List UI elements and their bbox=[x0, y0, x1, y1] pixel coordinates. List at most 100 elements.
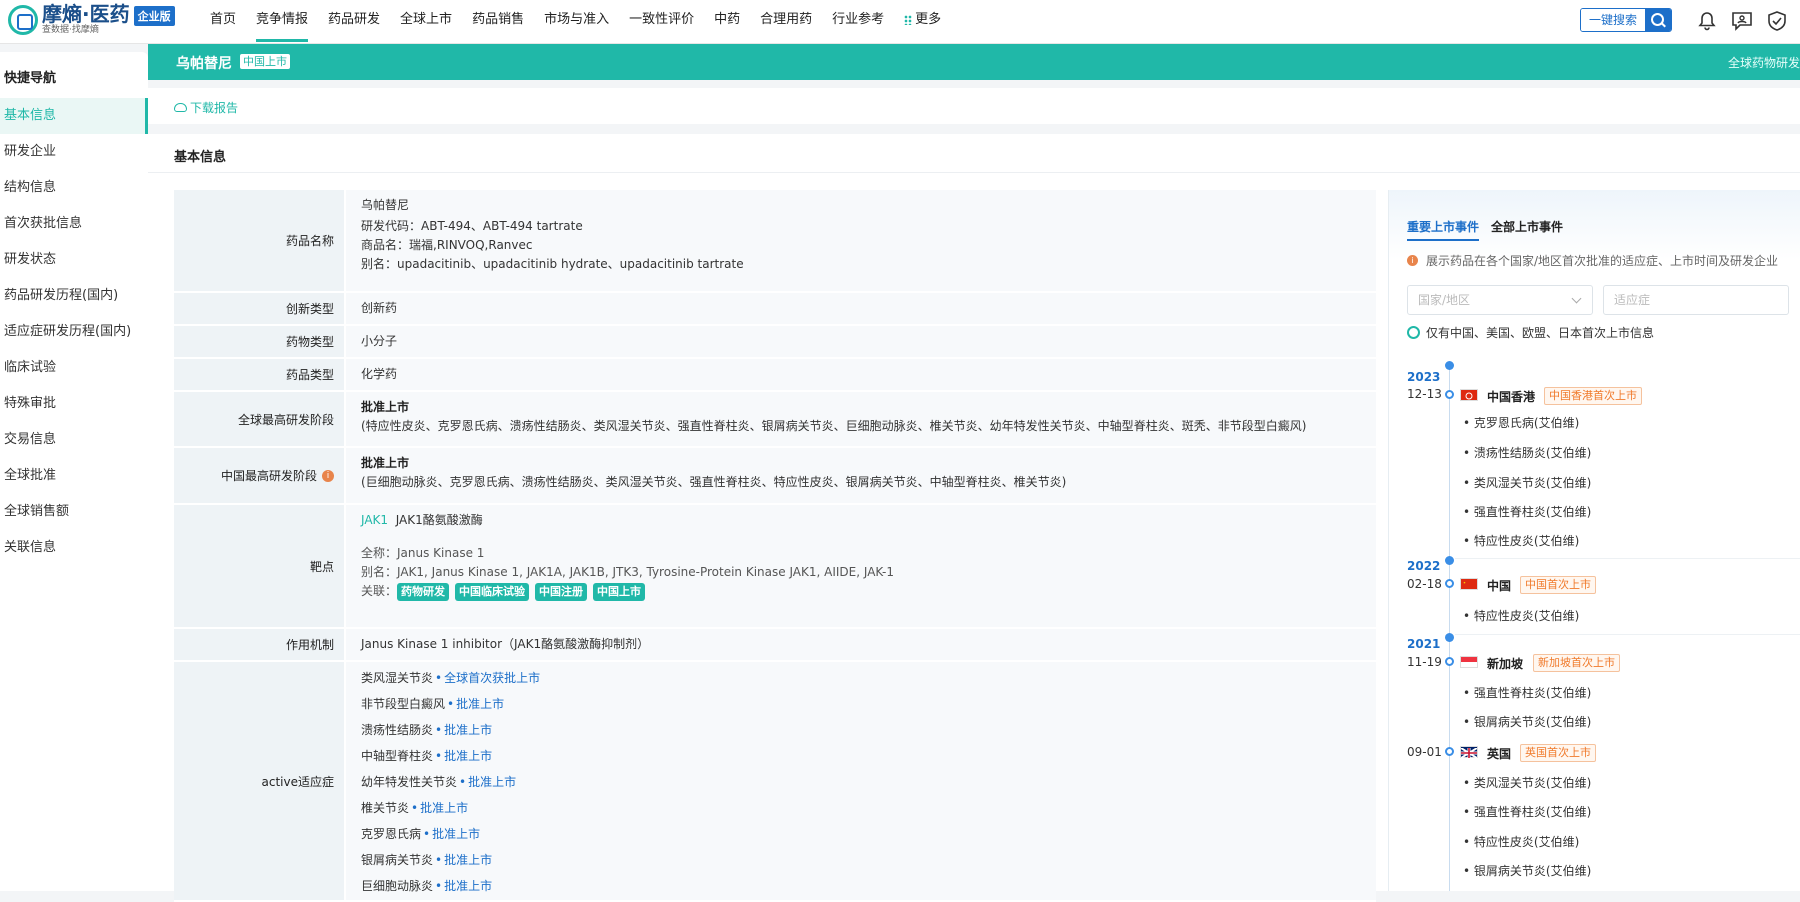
label-drug-name: 药品名称 bbox=[174, 190, 344, 291]
indication-status-link[interactable]: 批准上市 bbox=[444, 749, 492, 763]
edition-badge: 企业版 bbox=[133, 5, 175, 26]
timeline-date: 02-18 bbox=[1407, 577, 1442, 591]
chevron-down-icon bbox=[1571, 293, 1582, 304]
event-tag: 新加坡首次上市 bbox=[1533, 654, 1620, 672]
indication-status-link[interactable]: 批准上市 bbox=[432, 827, 480, 841]
timeline-year-dot bbox=[1445, 633, 1454, 642]
timeline-year: 2023 bbox=[1407, 370, 1441, 384]
sidebar-item-global-sales[interactable]: 全球销售额 bbox=[0, 494, 148, 530]
china-stage-value: 批准上市 bbox=[361, 456, 410, 470]
sidebar-item-rd-status[interactable]: 研发状态 bbox=[0, 242, 148, 278]
sidebar-item-special-review[interactable]: 特殊审批 bbox=[0, 386, 148, 422]
report-toolbar: 下载报告 bbox=[148, 88, 1800, 124]
pill-china-trials[interactable]: 中国临床试验 bbox=[455, 583, 530, 601]
country-select[interactable]: 国家/地区 bbox=[1407, 285, 1593, 315]
sidebar-item-related[interactable]: 关联信息 bbox=[0, 530, 148, 566]
nav-drug-sales[interactable]: 药品销售 bbox=[462, 0, 534, 44]
pill-drug-rd[interactable]: 药物研发 bbox=[397, 583, 450, 601]
nav-consistency[interactable]: 一致性评价 bbox=[619, 0, 704, 44]
row-active-indications: active适应症 类风湿关节炎 • 全球首次获批上市 非节段型白癜风 • 批准上市 溃… bbox=[174, 662, 1376, 902]
indication-item: 椎关节炎 • 批准上市 bbox=[361, 801, 469, 815]
label-target: 靶点 bbox=[174, 505, 344, 627]
nav-drug-rd[interactable]: 药品研发 bbox=[318, 0, 390, 44]
divider bbox=[148, 172, 1800, 173]
sidebar-item-transactions[interactable]: 交易信息 bbox=[0, 422, 148, 458]
download-report-link[interactable]: 下载报告 bbox=[174, 99, 238, 116]
info-icon: i bbox=[1407, 255, 1418, 266]
info-table: 药品名称 乌帕替尼 研发代码：ABT-494、ABT-494 tartrate … bbox=[174, 190, 1376, 902]
logo[interactable]: 摩熵·医药 查数据·找摩熵 企业版 bbox=[8, 4, 175, 35]
indication-status-link[interactable]: 批准上市 bbox=[456, 697, 504, 711]
bell-icon[interactable] bbox=[1694, 8, 1720, 34]
event-indication: • 银屑病关节炎(艾伯维) bbox=[1463, 864, 1592, 878]
target-fullname: 全称：Janus Kinase 1 bbox=[361, 546, 485, 560]
row-china-stage: 中国最高研发阶段 i 批准上市 (巨细胞动脉炎、克罗恩氏病、溃疡性结肠炎、类风湿关… bbox=[174, 448, 1376, 505]
nav-industry-ref[interactable]: 行业参考 bbox=[822, 0, 894, 44]
shield-icon[interactable] bbox=[1764, 8, 1790, 34]
filter-radio[interactable]: 仅有中国、美国、欧盟、日本首次上市信息 bbox=[1407, 324, 1654, 341]
event-indication: • 强直性脊柱炎(艾伯维) bbox=[1463, 805, 1592, 819]
indication-filter-input[interactable]: 适应症 bbox=[1603, 285, 1789, 315]
singapore-flag-icon bbox=[1460, 656, 1478, 668]
tab-major-events[interactable]: 重要上市事件 bbox=[1407, 218, 1480, 241]
global-stage-indications: (特应性皮炎、克罗恩氏病、溃疡性结肠炎、类风湿关节炎、强直性脊柱炎、银屑病关节炎… bbox=[361, 419, 1307, 433]
drug-banner: 乌帕替尼 中国上市 全球药物研发 bbox=[148, 44, 1800, 80]
indication-item: 溃疡性结肠炎 • 批准上市 bbox=[361, 723, 493, 737]
target-link[interactable]: JAK1 bbox=[361, 513, 388, 527]
indication-name: 类风湿关节炎 bbox=[361, 671, 434, 685]
nav-market-access[interactable]: 市场与准入 bbox=[534, 0, 619, 44]
sidebar-item-rd-company[interactable]: 研发企业 bbox=[0, 134, 148, 170]
banner-right-link[interactable]: 全球药物研发 bbox=[1728, 54, 1800, 71]
sidebar-item-clinical-trials[interactable]: 临床试验 bbox=[0, 350, 148, 386]
info-icon[interactable]: i bbox=[322, 469, 334, 482]
indication-status-link[interactable]: 批准上市 bbox=[420, 801, 468, 815]
quick-search-button[interactable]: 一键搜索 bbox=[1580, 8, 1673, 32]
logo-subtitle: 查数据·找摩熵 bbox=[42, 25, 99, 35]
target-alias: 别名：JAK1, Janus Kinase 1, JAK1A, JAK1B, J… bbox=[361, 565, 894, 579]
sidebar-item-global-approval[interactable]: 全球批准 bbox=[0, 458, 148, 494]
drug-category-value: 化学药 bbox=[361, 367, 398, 381]
event-tag: 中国香港首次上市 bbox=[1544, 387, 1642, 405]
indication-status-link[interactable]: 全球首次获批上市 bbox=[444, 671, 540, 685]
drug-code: 研发代码：ABT-494、ABT-494 tartrate bbox=[361, 219, 583, 233]
indication-filter-placeholder: 适应症 bbox=[1614, 293, 1651, 307]
nav-rational-use[interactable]: 合理用药 bbox=[750, 0, 822, 44]
nav-competitive-intel[interactable]: 竞争情报 bbox=[246, 0, 318, 44]
timeline-year-dot bbox=[1445, 556, 1454, 565]
nav-global-launch[interactable]: 全球上市 bbox=[390, 0, 462, 44]
indication-item: 类风湿关节炎 • 全球首次获批上市 bbox=[361, 671, 541, 685]
event-indication: • 特应性皮炎(艾伯维) bbox=[1463, 609, 1580, 623]
sidebar-item-indication-history[interactable]: 适应症研发历程(国内) bbox=[0, 314, 148, 350]
section-title: 基本信息 bbox=[174, 150, 227, 165]
timeline-date: 11-19 bbox=[1407, 655, 1442, 669]
label-drug-kind: 药物类型 bbox=[174, 326, 344, 357]
hong-kong-flag-icon bbox=[1460, 389, 1478, 401]
market-status-badge: 中国上市 bbox=[240, 54, 290, 69]
tab-all-events[interactable]: 全部上市事件 bbox=[1491, 218, 1563, 235]
sidebar-item-basic-info[interactable]: 基本信息 bbox=[0, 98, 148, 134]
indication-status-link[interactable]: 批准上市 bbox=[444, 723, 492, 737]
indication-name: 中轴型脊柱炎 bbox=[361, 749, 434, 763]
china-flag-icon bbox=[1460, 578, 1478, 590]
nav-more[interactable]: 更多 bbox=[894, 0, 951, 44]
top-bar: 摩熵·医药 查数据·找摩熵 企业版 首页 竞争情报 药品研发 全球上市 药品销售… bbox=[0, 0, 1800, 44]
innovation-value: 创新药 bbox=[361, 301, 398, 315]
indication-item: 克罗恩氏病 • 批准上市 bbox=[361, 827, 481, 841]
indication-name: 银屑病关节炎 bbox=[361, 853, 434, 867]
sidebar-title: 快捷导航 bbox=[4, 71, 57, 86]
row-drug-name: 药品名称 乌帕替尼 研发代码：ABT-494、ABT-494 tartrate … bbox=[174, 190, 1376, 293]
label-china-stage: 中国最高研发阶段 bbox=[220, 469, 317, 483]
timeline-event-dot bbox=[1445, 657, 1454, 666]
sidebar-item-drug-history[interactable]: 药品研发历程(国内) bbox=[0, 278, 148, 314]
main-nav: 首页 竞争情报 药品研发 全球上市 药品销售 市场与准入 一致性评价 中药 合理… bbox=[200, 0, 951, 44]
event-country: 英国 bbox=[1487, 747, 1512, 761]
indication-status-link[interactable]: 批准上市 bbox=[444, 853, 492, 867]
pill-china-registration[interactable]: 中国注册 bbox=[535, 583, 588, 601]
nav-tcm[interactable]: 中药 bbox=[704, 0, 750, 44]
pill-china-launch[interactable]: 中国上市 bbox=[593, 583, 646, 601]
indication-status-link[interactable]: 批准上市 bbox=[468, 775, 516, 789]
nav-home[interactable]: 首页 bbox=[200, 0, 246, 44]
message-icon[interactable] bbox=[1729, 8, 1755, 34]
sidebar-item-first-approval[interactable]: 首次获批信息 bbox=[0, 206, 148, 242]
sidebar-item-structure[interactable]: 结构信息 bbox=[0, 170, 148, 206]
